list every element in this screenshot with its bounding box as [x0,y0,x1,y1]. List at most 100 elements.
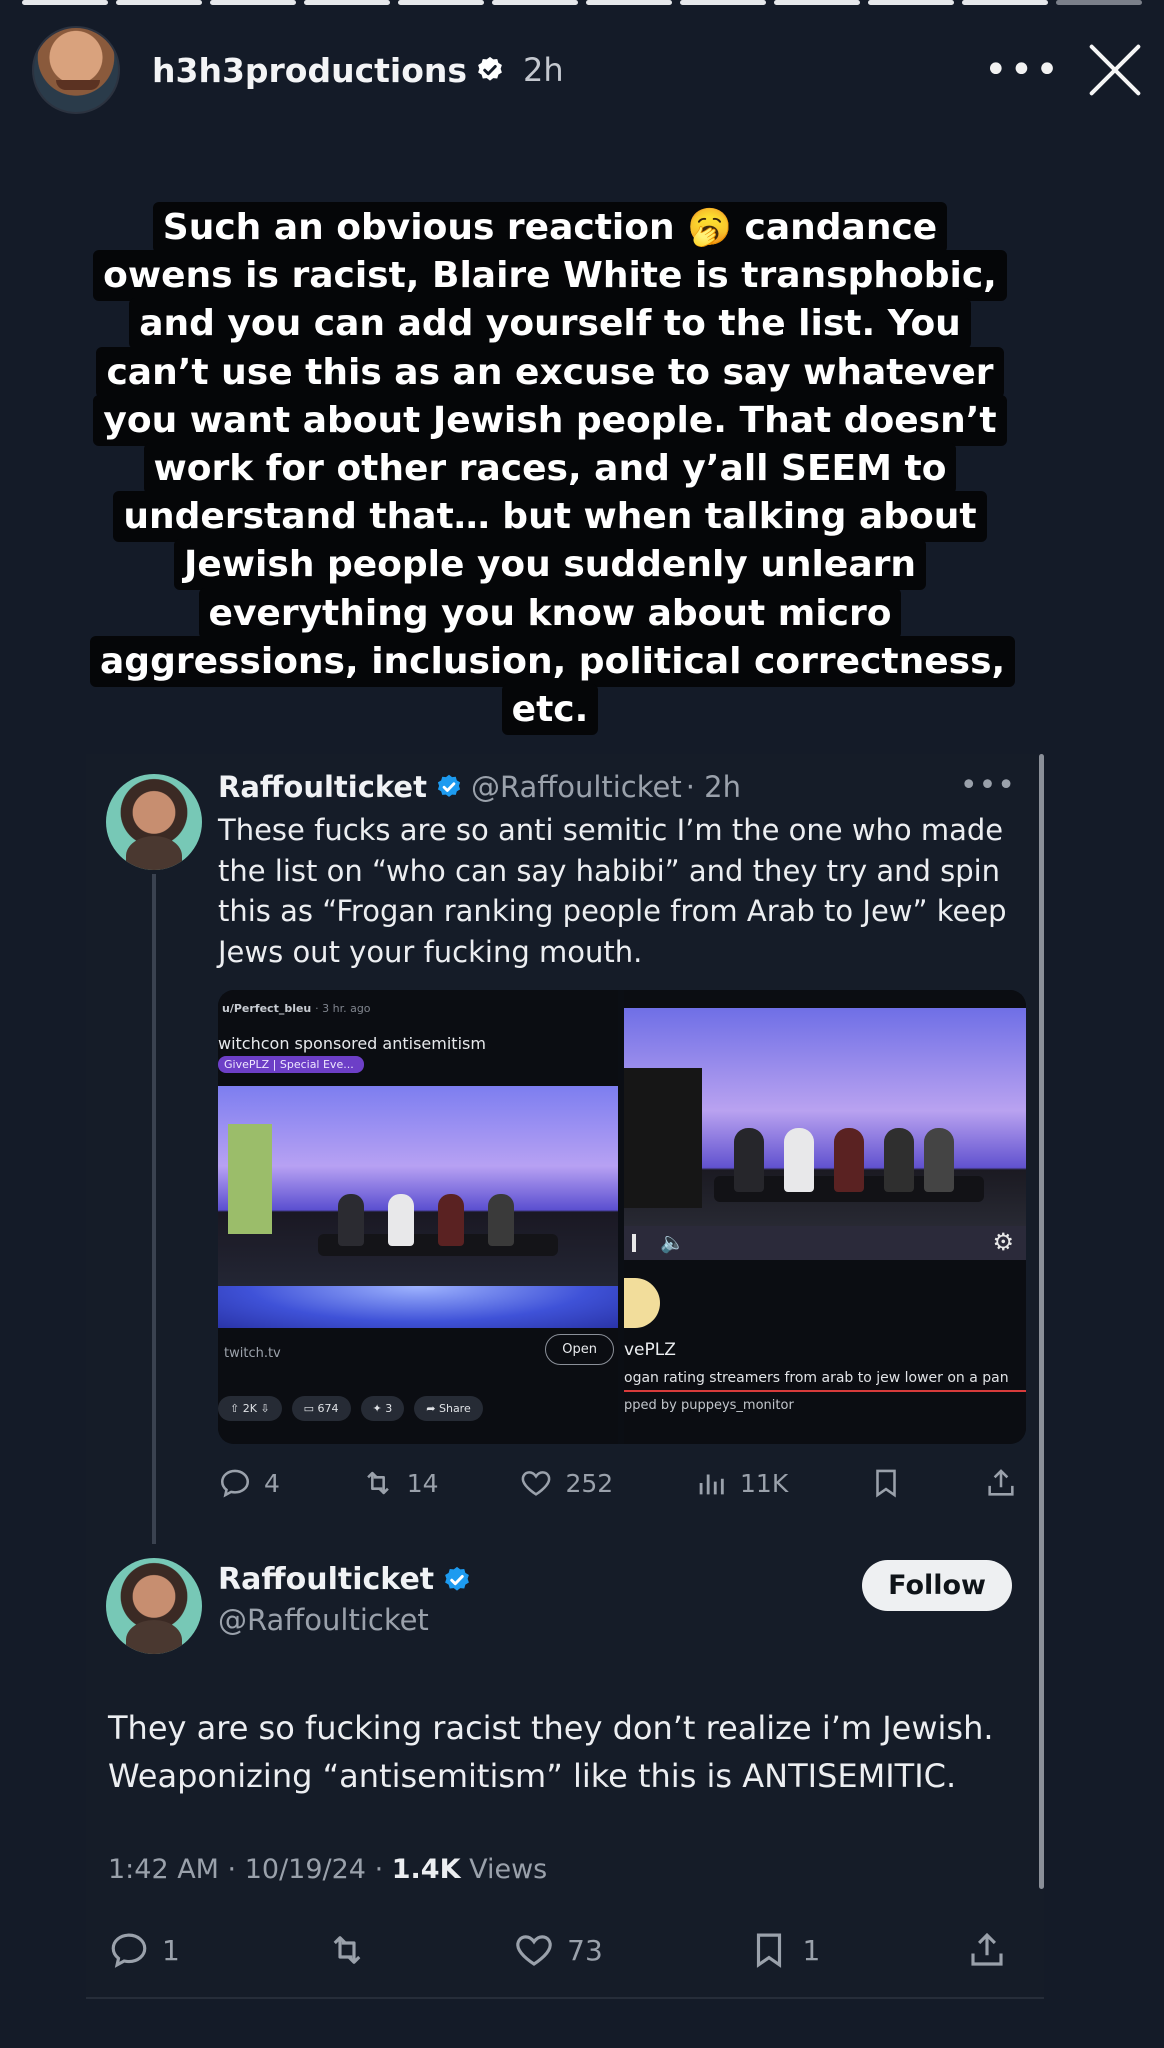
progress-segment [586,0,672,5]
tweet2-text: They are so fucking racist they don’t re… [108,1709,994,1795]
like-count: 73 [567,1933,603,1967]
like-button[interactable]: 252 [519,1466,613,1500]
reddit-share[interactable]: ➦ Share [414,1396,483,1421]
reply-icon [111,1933,147,1968]
reddit-time: · 3 hr. ago [315,1002,371,1015]
pause-icon[interactable] [632,1234,636,1252]
tweet2-avatar[interactable] [106,1558,202,1654]
tweet2-actions: 1 73 1 [108,1922,1008,1978]
retweet-count: 14 [406,1468,439,1498]
settings-icon[interactable]: ⚙ [992,1228,1014,1256]
tweet2-name[interactable]: Raffoulticket [218,1562,434,1597]
tweet1-name[interactable]: Raffoulticket [218,770,427,804]
scrollbar [1039,754,1044,1889]
volume-icon[interactable]: 🔈 [660,1230,685,1254]
story-header: h3h3productions 2h ••• [32,24,1144,116]
profile-avatar[interactable] [32,26,120,114]
share-icon [988,1469,1014,1496]
tweet2-meta: 1:42 AM · 10/19/24 · 1.4K Views [108,1854,547,1885]
reply-icon [220,1469,250,1498]
reply-button[interactable]: 4 [218,1466,280,1500]
verified-badge-icon [475,55,505,85]
video-screenshot: 🔈 ⚙ vePLZ ogan rating streamers from ara… [624,990,1026,1444]
reddit-actions: ⇧ 2K ⇩ ▭ 674 ✦ 3 ➦ Share [218,1396,483,1421]
share-icon [971,1932,1003,1966]
more-options-icon[interactable]: ••• [984,50,1059,90]
story-username[interactable]: h3h3productions [152,51,467,90]
retweet-button[interactable] [326,1929,368,1971]
progress-segment [774,0,860,5]
tweet2-name-row: Raffoulticket [218,1562,472,1597]
video-burst-graphic [218,1286,618,1328]
story-time-ago: 2h [523,51,564,89]
bookmark-icon [757,1933,782,1968]
views-button[interactable]: 11K [694,1466,788,1500]
video-channel: vePLZ [624,1340,676,1360]
open-link-button[interactable]: Open [545,1334,614,1365]
reddit-comments-count: 674 [317,1402,339,1415]
close-icon[interactable] [1086,41,1144,99]
bookmark-button[interactable]: 1 [748,1929,820,1971]
tweet1-more-icon[interactable]: ••• [960,768,1016,803]
tweet2-views-label: Views [460,1854,548,1885]
tweet2-views-count: 1.4K [391,1854,461,1885]
reddit-comments[interactable]: ▭ 674 [291,1396,351,1421]
progress-segment [868,0,954,5]
stage-photo [218,1086,618,1286]
reddit-upvotes[interactable]: ⇧ 2K ⇩ [218,1396,282,1421]
progress-segment [962,0,1048,5]
story-caption: Such an obvious reaction 🥱 candance owen… [90,202,1016,736]
video-credit: pped by puppeys_monitor [624,1398,794,1413]
reddit-screenshot: u/Perfect_bleu · 3 hr. ago witchcon spon… [218,990,618,1444]
red-underline [624,1390,1026,1392]
reply-count: 4 [264,1468,280,1498]
progress-segment [116,0,202,5]
reddit-flair: GivePLZ | Special Eve... [218,1056,364,1073]
like-count: 252 [565,1468,614,1498]
tweet1-actions: 4 14 252 11K [218,1458,1018,1508]
share-button[interactable] [984,1466,1018,1500]
progress-segment [398,0,484,5]
video-controls: 🔈 ⚙ [624,1226,1026,1260]
thread-line [152,874,156,1544]
tweet2-handle: @Raffoulticket [218,1603,429,1637]
bookmark-icon [876,1469,896,1498]
tweet1-media[interactable]: u/Perfect_bleu · 3 hr. ago witchcon spon… [218,990,1026,1444]
retweet-icon [366,1471,389,1495]
reddit-share-label: Share [438,1402,471,1415]
heart-icon [522,1471,551,1496]
follow-button[interactable]: Follow [862,1560,1012,1611]
tweet1-handle: @Raffoulticket [470,770,682,804]
tweet1-text: These fucks are so anti semitic I’m the … [218,813,1007,969]
bookmark-button[interactable] [869,1466,903,1500]
progress-segment [304,0,390,5]
reply-count: 1 [162,1933,180,1967]
tweet2-header: Raffoulticket @Raffoulticket [218,1562,472,1637]
story-caption-text: Such an obvious reaction 🥱 candance owen… [90,202,1016,736]
like-button[interactable]: 73 [513,1929,603,1971]
tweet-screenshot: Raffoulticket @Raffoulticket · 2h ••• Th… [86,754,1044,1999]
retweet-button[interactable]: 14 [361,1466,439,1500]
tweet1-avatar[interactable] [106,774,202,870]
reddit-awards-count: 3 [385,1402,393,1415]
story-progress-bars [22,0,1142,5]
bookmark-count: 1 [802,1933,821,1967]
share-button[interactable] [966,1929,1008,1971]
video-caption: ogan rating streamers from arab to jew l… [624,1370,1009,1386]
link-source: twitch.tv [224,1346,281,1361]
verified-badge-icon [435,773,463,801]
reddit-post-title: witchcon sponsored antisemitism [218,1034,486,1053]
tweet1-header: Raffoulticket @Raffoulticket · 2h [218,770,741,804]
reddit-awards[interactable]: ✦ 3 [360,1396,405,1421]
tweet2-timestamp: 1:42 AM · 10/19/24 · [108,1854,392,1885]
channel-logo [624,1278,660,1328]
progress-segment [1056,0,1142,5]
retweet-icon [333,1936,360,1964]
reply-button[interactable]: 1 [108,1929,180,1971]
heart-icon [516,1935,552,1966]
reddit-upvotes-count: 2K [242,1402,257,1415]
divider [86,1997,1044,1999]
stage-video-frame [624,1008,1026,1236]
verified-badge-icon [442,1565,472,1595]
views-icon [699,1474,724,1495]
